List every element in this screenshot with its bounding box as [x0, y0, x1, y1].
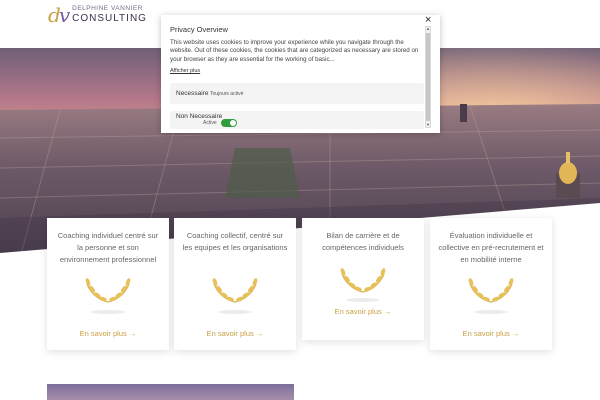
privacy-modal: × Privacy Overview This website uses coo… [161, 14, 440, 133]
en-savoir-plus-link[interactable]: En savoir plus → [430, 329, 552, 338]
card-description: Bilan de carrière et de compétences indi… [322, 231, 404, 252]
card-description: Évaluation individuelle et collective en… [438, 231, 544, 264]
brand-logo[interactable]: dv DELPHINE VANNIER CONSULTING [48, 5, 147, 25]
category-label: Non Necessaire [176, 113, 223, 120]
en-savoir-plus-link[interactable]: En savoir plus → [174, 329, 296, 338]
laurel-icon [340, 268, 386, 293]
cookie-category-necessaire[interactable]: Necessaire Toujours activé [170, 83, 424, 104]
laurel-icon [85, 278, 131, 303]
cookie-category-non-necessaire[interactable]: Non Necessaire Active [170, 111, 424, 129]
close-icon[interactable]: × [425, 14, 431, 26]
en-savoir-plus-link[interactable]: En savoir plus → [47, 329, 169, 338]
laurel-shadow [474, 310, 508, 314]
logo-name: DELPHINE VANNIER [72, 5, 143, 13]
service-card-coaching-individuel[interactable]: Coaching individuel centré sur la person… [47, 218, 169, 350]
laurel-icon [468, 278, 514, 303]
privacy-title: Privacy Overview [170, 25, 228, 34]
logo-monogram: dv [48, 3, 70, 27]
service-card-bilan-carriere[interactable]: Bilan de carrière et de compétences indi… [302, 218, 424, 340]
card-description: Coaching collectif, centré sur les equip… [182, 231, 288, 252]
card-description: Coaching individuel centré sur la person… [57, 231, 159, 264]
logo-wordmark: DELPHINE VANNIER CONSULTING [72, 6, 147, 24]
en-savoir-plus-link[interactable]: En savoir plus → [302, 307, 424, 316]
scroll-up-arrow-icon[interactable]: ▲ [426, 27, 430, 31]
scroll-thumb[interactable] [426, 33, 430, 121]
laurel-icon [212, 278, 258, 303]
category-label: Necessaire [176, 90, 209, 97]
cookie-toggle[interactable] [221, 119, 237, 127]
show-more-link[interactable]: Afficher plus [170, 68, 200, 74]
privacy-description: This website uses cookies to improve you… [170, 39, 419, 63]
always-active-status: Toujours activé [210, 91, 244, 97]
laurel-shadow [91, 310, 125, 314]
service-card-evaluation[interactable]: Évaluation individuelle et collective en… [430, 218, 552, 350]
section-image [47, 384, 294, 400]
modal-scrollbar[interactable]: ▲ ▼ [425, 26, 431, 128]
laurel-shadow [218, 310, 252, 314]
toggle-status: Active [203, 120, 217, 126]
laurel-shadow [346, 298, 380, 302]
logo-consulting: CONSULTING [72, 12, 147, 24]
scroll-down-arrow-icon[interactable]: ▼ [426, 123, 430, 127]
service-card-coaching-collectif[interactable]: Coaching collectif, centré sur les equip… [174, 218, 296, 350]
